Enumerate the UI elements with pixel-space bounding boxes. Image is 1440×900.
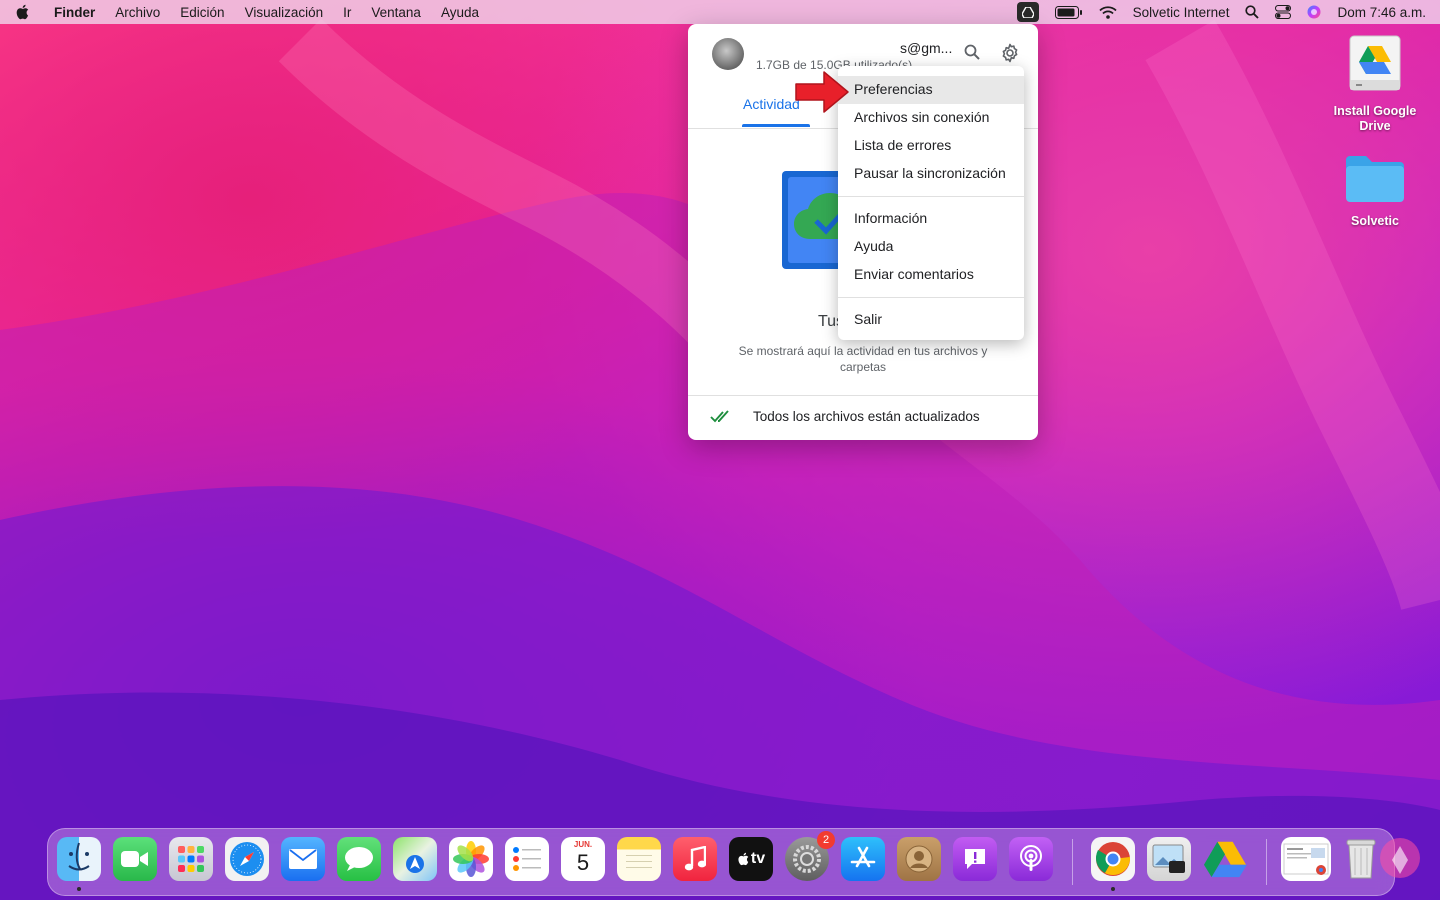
divider [688,395,1038,396]
menu-item-pausar-sincronizacion[interactable]: Pausar la sincronización [838,160,1024,188]
folder-icon [1344,150,1406,206]
maps-icon[interactable] [393,837,437,881]
finder-icon[interactable] [57,837,101,881]
menu-item-lista-de-errores[interactable]: Lista de errores [838,132,1024,160]
desktop-solvetic-folder[interactable]: Solvetic [1320,150,1430,229]
search-icon[interactable] [964,44,980,65]
calendar-day: 5 [576,850,590,875]
desktop-item-label: Install Google Drive [1333,104,1417,133]
app-store-icon[interactable] [841,837,885,881]
notification-badge: 2 [817,831,835,849]
siri-icon[interactable] [1307,5,1321,19]
appletv-icon[interactable]: tv [729,837,773,881]
downloads-icon[interactable] [1281,837,1331,881]
menu-item-enviar-comentarios[interactable]: Enviar comentarios [838,261,1024,289]
calendar-month: JUN. [573,840,593,849]
google-drive-icon[interactable] [1203,837,1247,881]
menu-edicion[interactable]: Edición [170,5,234,20]
wifi-icon[interactable] [1099,5,1117,19]
menu-separator [838,196,1024,197]
double-check-icon [710,410,732,429]
photos-icon[interactable] [449,837,493,881]
podcasts-icon[interactable] [1009,837,1053,881]
music-icon[interactable] [673,837,717,881]
tab-indicator [742,124,810,127]
avatar[interactable] [712,38,744,70]
dock: JUN. 5 tv 2 [47,828,1395,896]
control-center-icon[interactable] [1275,5,1292,19]
menu-visualizacion[interactable]: Visualización [235,5,334,20]
menu-bar: Finder Archivo Edición Visualización Ir … [0,0,1440,24]
preview-icon[interactable] [1147,837,1191,881]
menu-app-name[interactable]: Finder [44,5,105,20]
menu-archivo[interactable]: Archivo [105,5,170,20]
account-email: s@gm... [900,40,953,56]
menu-item-preferencias[interactable]: Preferencias [838,76,1024,104]
tab-actividad[interactable]: Actividad [743,96,800,112]
desktop-install-google-drive[interactable]: Install Google Drive [1320,34,1430,134]
notes-icon[interactable] [617,837,661,881]
spotlight-search-icon[interactable] [1245,5,1260,19]
wifi-network-name[interactable]: Solvetic Internet [1133,5,1230,20]
drive-status-icon[interactable] [1016,2,1039,22]
appletv-label: tv [750,850,766,867]
menu-clock[interactable]: Dom 7:46 a.m. [1337,5,1426,20]
watermark-logo [1380,838,1420,878]
launchpad-icon[interactable] [169,837,213,881]
red-arrow-annotation [795,71,849,113]
menu-item-ayuda[interactable]: Ayuda [838,233,1024,261]
feedback-assistant-icon[interactable] [953,837,997,881]
menu-ventana[interactable]: Ventana [361,5,431,20]
battery-icon[interactable] [1054,5,1083,19]
calendar-icon[interactable]: JUN. 5 [561,837,605,881]
running-indicator [1111,887,1115,891]
sync-status: Todos los archivos están actualizados [753,409,980,424]
running-indicator [77,887,81,891]
facetime-icon[interactable] [113,837,157,881]
dock-separator [1266,839,1267,885]
mail-icon[interactable] [281,837,325,881]
settings-menu: Preferencias Archivos sin conexión Lista… [838,66,1024,340]
desktop-item-label: Solvetic [1351,214,1399,228]
menu-separator [838,297,1024,298]
contacts-icon[interactable] [897,837,941,881]
empty-state-description: Se mostrará aquí la actividad en tus arc… [738,344,988,374]
menu-item-archivos-sin-conexion[interactable]: Archivos sin conexión [838,104,1024,132]
apple-menu-icon[interactable] [0,4,44,20]
safari-icon[interactable] [225,837,269,881]
trash-icon[interactable] [1339,837,1383,881]
dock-separator [1072,839,1073,885]
messages-icon[interactable] [337,837,381,881]
system-preferences-icon[interactable]: 2 [785,831,835,881]
menu-item-salir[interactable]: Salir [838,306,1024,334]
chrome-icon[interactable] [1091,837,1135,881]
menu-item-informacion[interactable]: Información [838,205,1024,233]
menu-ir[interactable]: Ir [333,5,361,20]
drive-installer-icon [1346,34,1404,96]
gear-icon[interactable] [1000,43,1020,68]
reminders-icon[interactable] [505,837,549,881]
menu-ayuda[interactable]: Ayuda [431,5,489,20]
